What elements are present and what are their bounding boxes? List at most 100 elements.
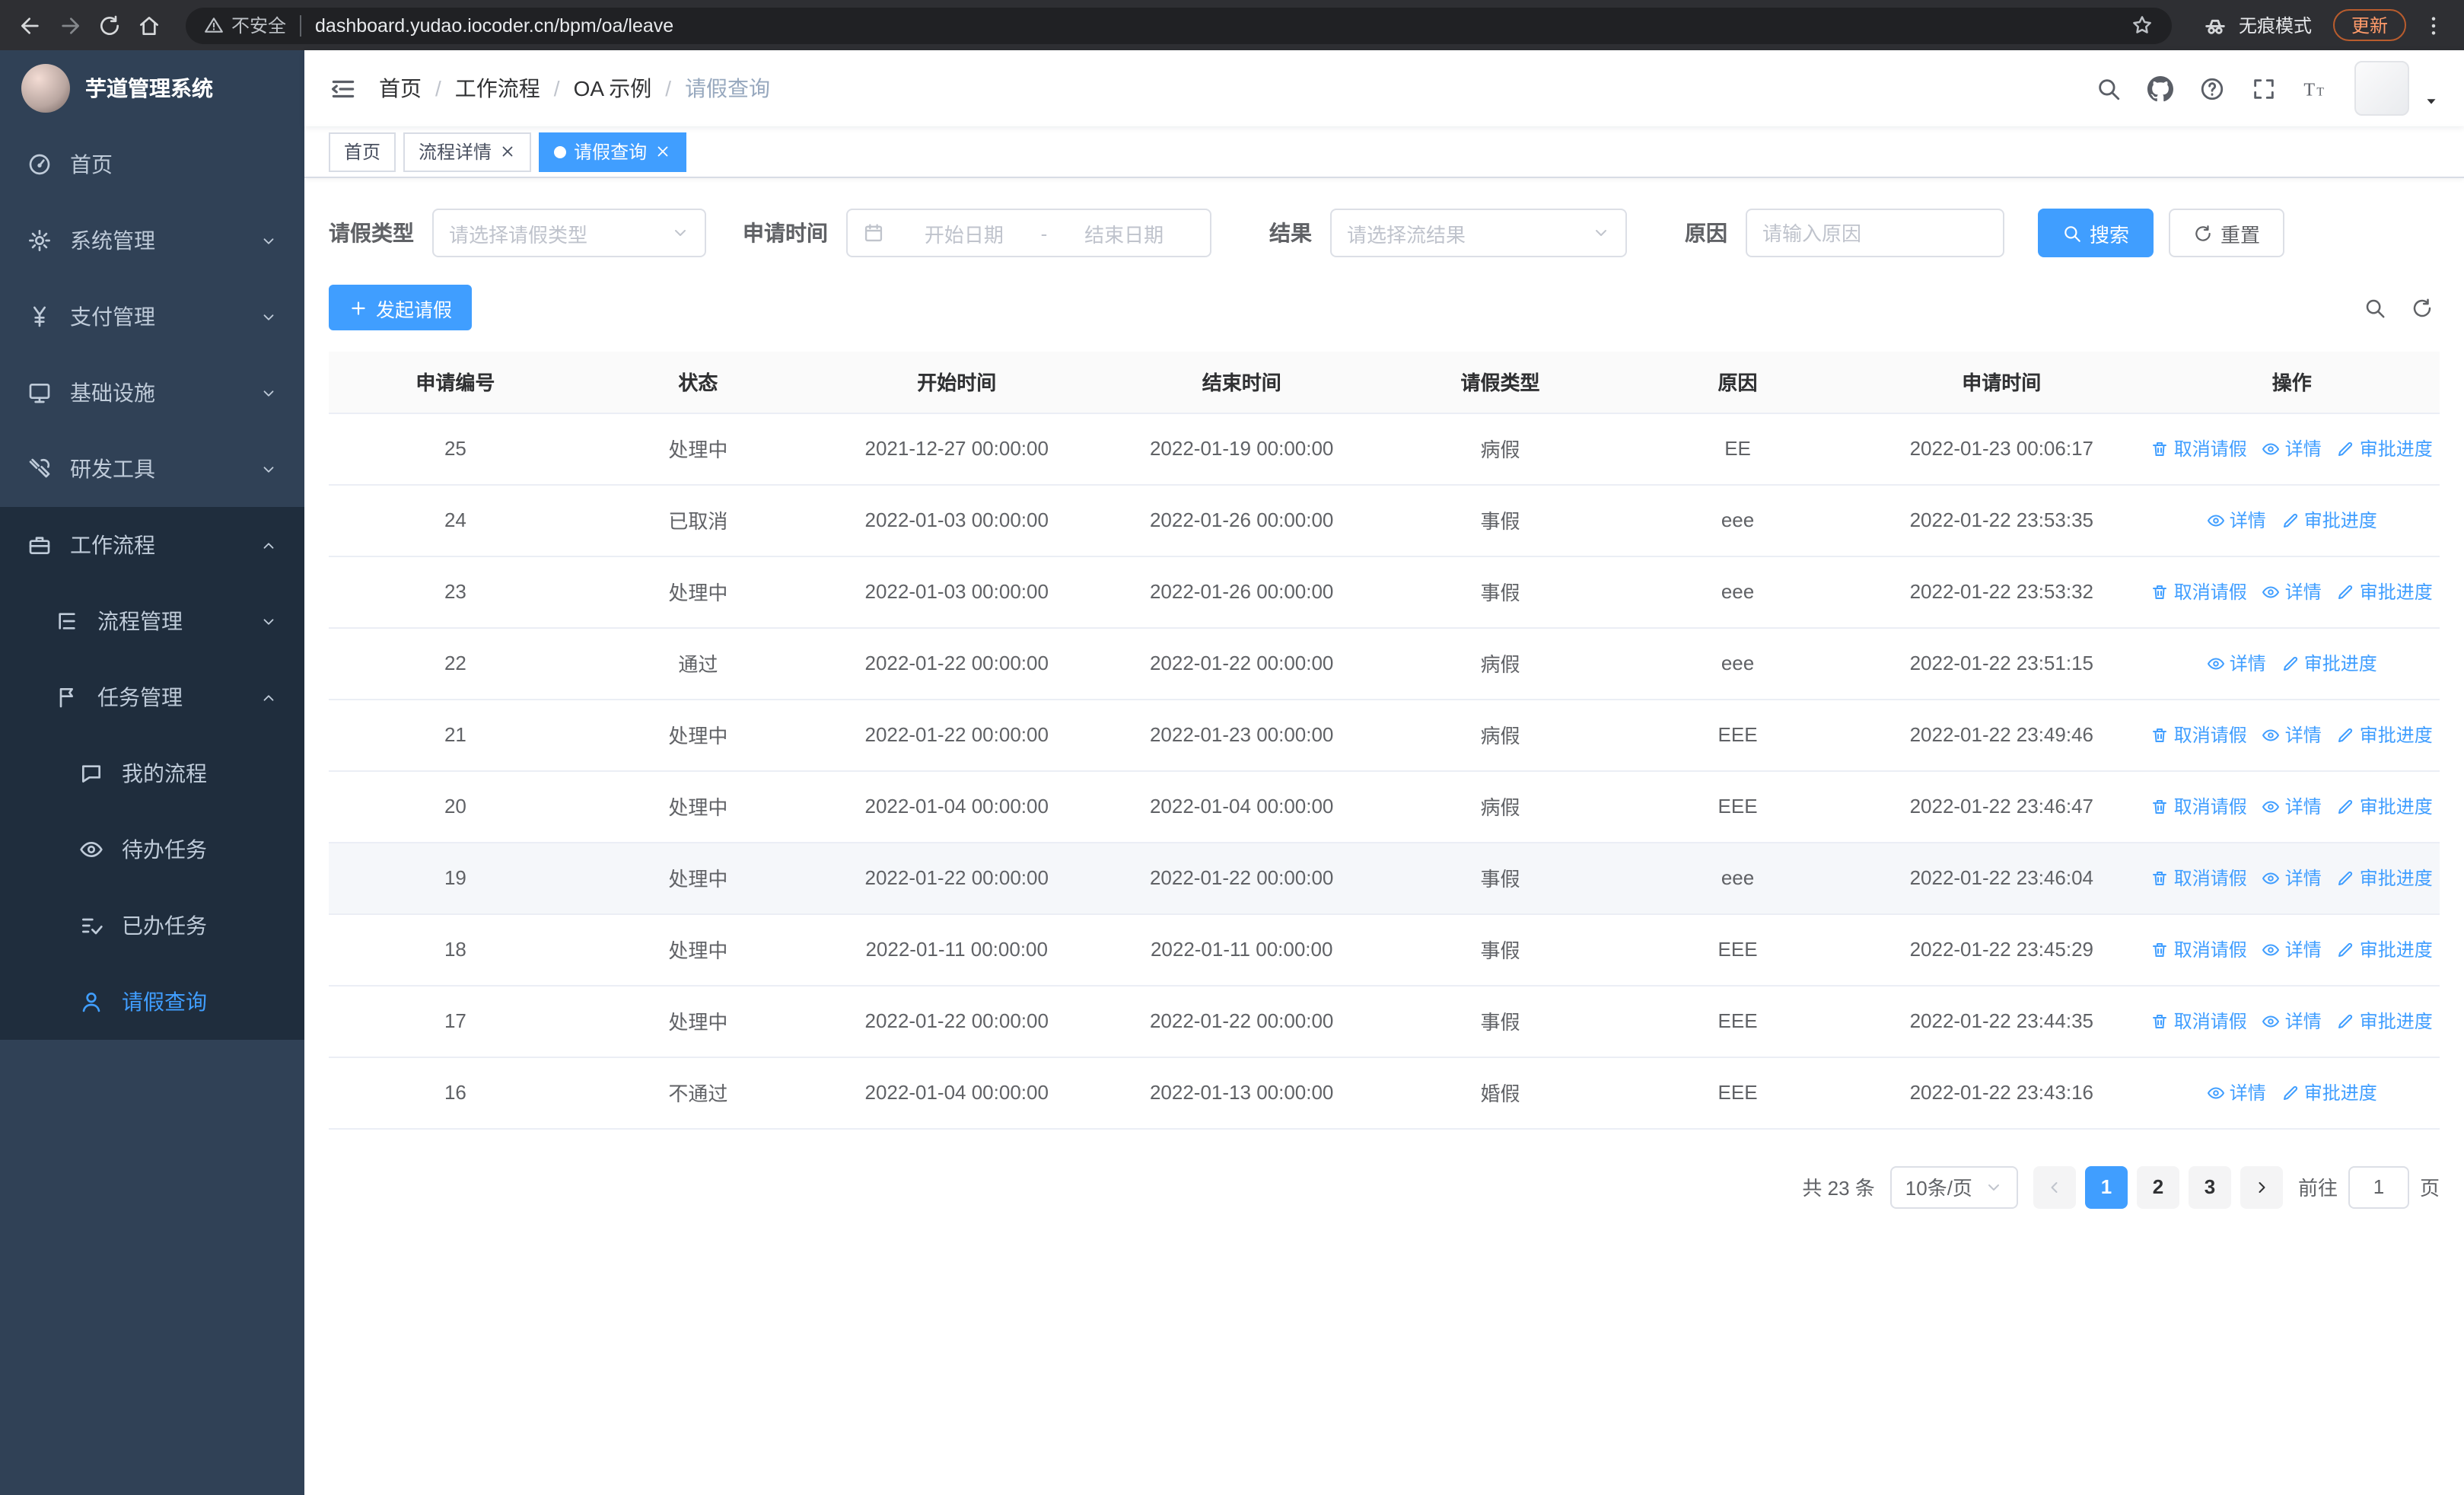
cell-apply-time: 2022-01-22 23:53:35 — [1859, 484, 2144, 556]
view-icon — [2262, 869, 2281, 887]
detail-action[interactable]: 详情 — [2207, 650, 2266, 676]
cancel-leave-action[interactable]: 取消请假 — [2151, 1008, 2247, 1034]
cell-leave-type: 事假 — [1383, 842, 1617, 914]
tab-1[interactable]: 流程详情 — [403, 132, 532, 171]
cancel-leave-action[interactable]: 取消请假 — [2151, 865, 2247, 891]
approval-progress-action[interactable]: 审批进度 — [2337, 579, 2433, 604]
detail-action[interactable]: 详情 — [2262, 1008, 2322, 1034]
reset-button-label: 重置 — [2220, 223, 2261, 246]
search-button-label: 搜索 — [2090, 223, 2130, 246]
detail-action[interactable]: 详情 — [2207, 1079, 2266, 1105]
sidebar-item-process-mgmt[interactable]: 流程管理 — [0, 583, 304, 659]
reason-input[interactable] — [1746, 209, 2004, 257]
date-separator: - — [1040, 222, 1048, 244]
reset-button[interactable]: 重置 — [2169, 209, 2285, 257]
breadcrumb-item[interactable]: 工作流程 — [455, 73, 540, 104]
cell-end-time: 2022-01-23 00:00:00 — [1099, 699, 1384, 771]
leave-type-select[interactable]: 请选择请假类型 — [432, 209, 706, 257]
approval-progress-action[interactable]: 审批进度 — [2337, 865, 2433, 891]
detail-action[interactable]: 详情 — [2207, 507, 2266, 533]
table-tools — [2364, 296, 2434, 319]
approval-progress-action[interactable]: 审批进度 — [2337, 936, 2433, 962]
cell-status: 处理中 — [581, 913, 814, 986]
cell-actions: 取消请假 详情 审批进度 — [2144, 913, 2440, 986]
cell-apply-id: 21 — [329, 699, 582, 771]
sidebar-item-infrastructure[interactable]: 基础设施 — [0, 355, 304, 431]
cancel-leave-action[interactable]: 取消请假 — [2151, 722, 2247, 748]
update-button[interactable]: 更新 — [2332, 9, 2406, 41]
search-button[interactable]: 搜索 — [2038, 209, 2154, 257]
browser-menu-icon[interactable] — [2421, 13, 2446, 37]
help-icon[interactable] — [2199, 75, 2225, 101]
detail-action[interactable]: 详情 — [2262, 793, 2322, 819]
approval-progress-action[interactable]: 审批进度 — [2281, 507, 2377, 533]
sidebar-item-system-mgmt[interactable]: 系统管理 — [0, 202, 304, 279]
avatar-caret-down-icon[interactable] — [2423, 92, 2440, 109]
approval-progress-action[interactable]: 审批进度 — [2281, 650, 2377, 676]
approval-progress-action[interactable]: 审批进度 — [2337, 722, 2433, 748]
sidebar-item-payment-mgmt[interactable]: 支付管理 — [0, 279, 304, 355]
create-leave-button[interactable]: 发起请假 — [329, 285, 473, 330]
page-button-1[interactable]: 1 — [2084, 1165, 2128, 1208]
close-icon[interactable] — [499, 143, 516, 160]
table-row: 17 处理中 2022-01-22 00:00:00 2022-01-22 00:00… — [329, 985, 2440, 1057]
approval-progress-action[interactable]: 审批进度 — [2337, 1008, 2433, 1034]
result-select[interactable]: 请选择流结果 — [1330, 209, 1627, 257]
home-button[interactable] — [137, 13, 161, 37]
page-button-3[interactable]: 3 — [2188, 1165, 2231, 1208]
detail-action[interactable]: 详情 — [2262, 722, 2322, 748]
sidebar-item-leave-query[interactable]: 请假查询 — [0, 964, 304, 1040]
sidebar-item-todo-tasks[interactable]: 待办任务 — [0, 811, 304, 888]
cancel-leave-action[interactable]: 取消请假 — [2151, 793, 2247, 819]
github-icon[interactable] — [2147, 75, 2173, 101]
sidebar-item-task-mgmt[interactable]: 任务管理 — [0, 659, 304, 735]
url-bar[interactable]: 不安全 dashboard.yudao.iocoder.cn/bpm/oa/le… — [186, 7, 2172, 43]
next-page-button[interactable] — [2240, 1165, 2283, 1208]
breadcrumb-item[interactable]: OA 示例 — [574, 73, 652, 104]
close-icon[interactable] — [654, 143, 671, 160]
sidebar-item-home[interactable]: 首页 — [0, 126, 304, 202]
search-icon[interactable] — [2096, 75, 2122, 101]
page-button-2[interactable]: 2 — [2136, 1165, 2179, 1208]
chevron-down-icon — [671, 224, 689, 242]
detail-action[interactable]: 详情 — [2262, 435, 2322, 461]
cell-status: 不通过 — [581, 1057, 814, 1129]
sidebar-item-workflow[interactable]: 工作流程 — [0, 507, 304, 583]
approval-progress-action[interactable]: 审批进度 — [2337, 793, 2433, 819]
sidebar-item-my-process[interactable]: 我的流程 — [0, 735, 304, 811]
detail-action[interactable]: 详情 — [2262, 579, 2322, 604]
cancel-leave-action[interactable]: 取消请假 — [2151, 579, 2247, 604]
detail-action[interactable]: 详情 — [2262, 865, 2322, 891]
bookmark-star-icon[interactable] — [2131, 14, 2154, 37]
prev-page-button[interactable] — [2033, 1165, 2076, 1208]
refresh-table-icon[interactable] — [2411, 296, 2434, 319]
security-chip[interactable]: 不安全 — [204, 12, 286, 38]
column-header: 开始时间 — [814, 352, 1100, 413]
approval-progress-action[interactable]: 审批进度 — [2281, 1079, 2377, 1105]
cell-apply-id: 24 — [329, 484, 582, 556]
cell-end-time: 2022-01-26 00:00:00 — [1099, 484, 1384, 556]
sidebar-item-done-tasks[interactable]: 已办任务 — [0, 888, 304, 964]
back-button[interactable] — [18, 13, 43, 37]
logo: 芋道管理系统 — [0, 50, 304, 126]
sidebar-item-dev-tools[interactable]: 研发工具 — [0, 431, 304, 507]
page-size-select[interactable]: 10条/页 — [1889, 1165, 2018, 1208]
tab-0[interactable]: 首页 — [329, 132, 396, 171]
sidebar-toggle-icon[interactable] — [329, 74, 358, 103]
tab-2[interactable]: 请假查询 — [539, 132, 687, 171]
reload-button[interactable] — [97, 13, 122, 37]
cancel-leave-action[interactable]: 取消请假 — [2151, 936, 2247, 962]
user-avatar[interactable] — [2354, 61, 2409, 116]
cancel-leave-action[interactable]: 取消请假 — [2151, 435, 2247, 461]
cell-leave-type: 病假 — [1383, 627, 1617, 700]
apply-time-range-picker[interactable]: 开始日期 - 结束日期 — [846, 209, 1211, 257]
font-size-icon[interactable]: TT — [2303, 75, 2329, 101]
detail-action[interactable]: 详情 — [2262, 936, 2322, 962]
breadcrumb-item[interactable]: 首页 — [379, 73, 422, 104]
approval-progress-action[interactable]: 审批进度 — [2337, 435, 2433, 461]
fullscreen-icon[interactable] — [2251, 75, 2277, 101]
goto-page-input[interactable] — [2348, 1165, 2409, 1208]
cell-leave-type: 病假 — [1383, 770, 1617, 843]
toggle-search-icon[interactable] — [2364, 296, 2386, 319]
forward-button[interactable] — [58, 13, 82, 37]
